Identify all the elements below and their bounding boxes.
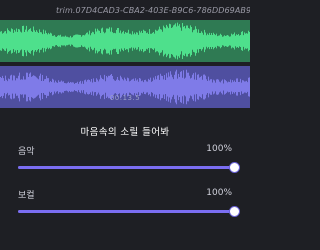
vocal-slider-fill [18,210,234,213]
file-name: trim.07D4CAD3-CBA2-403E-B9C6-786DD69AB9B… [56,6,250,15]
music-value: 100% [206,144,232,154]
vocal-volume-slider[interactable] [18,206,240,218]
vocal-value: 100% [206,188,232,198]
music-volume-slider[interactable] [18,162,240,174]
waveform-music-graphic [0,20,250,62]
mixer-title: 마음속의 소릴 들어봐 [80,127,170,138]
playhead-time: 00:13.5 [109,94,141,102]
vocal-slider-thumb[interactable] [228,206,240,217]
music-label: 음악 [18,147,35,157]
music-slider-fill [18,166,234,169]
vocal-label: 보컬 [18,191,35,201]
waveform-music[interactable] [0,20,250,62]
music-slider-thumb[interactable] [228,162,240,173]
